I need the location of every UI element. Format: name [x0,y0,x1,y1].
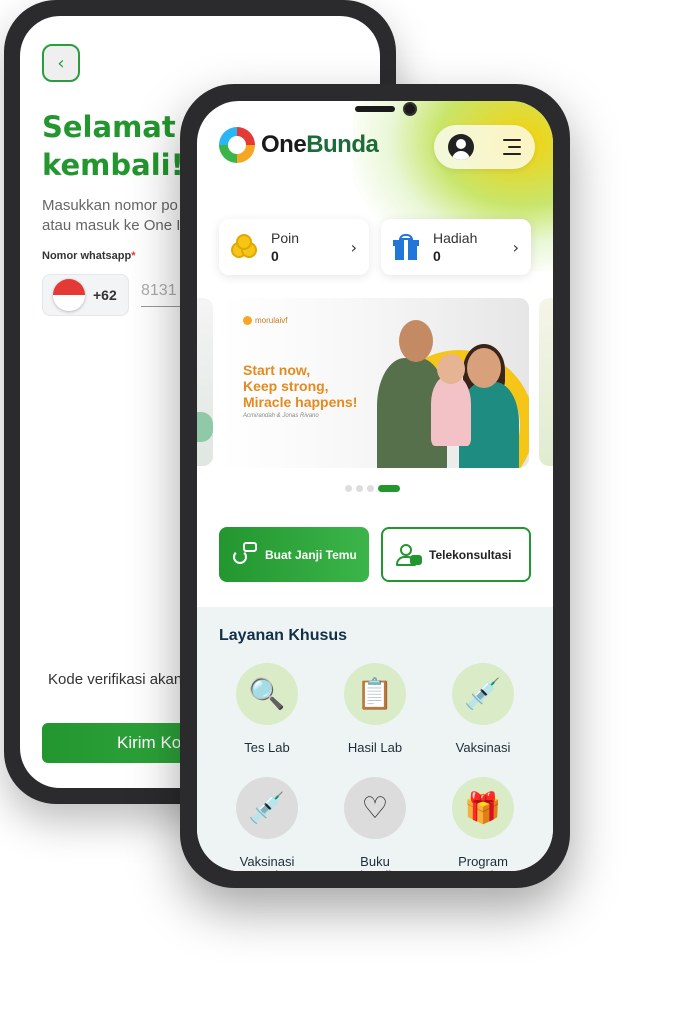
service-vaksinasi[interactable]: 💉 Vaksinasi [433,663,533,755]
onebunda-logo: OneBunda [219,127,379,163]
family-photo-baby [431,376,471,446]
back-button[interactable]: ‹ [42,44,80,82]
family-photo-baby-head [437,354,465,384]
hadiah-label: Hadiah [433,230,478,246]
service-program-loyalty[interactable]: 🎁 Program Loyalty [433,777,533,871]
poin-card[interactable]: Poin 0 › [219,219,369,275]
pregnancy-icon: ♡ [361,790,389,826]
service-tes-lab[interactable]: 🔍 Tes Lab [217,663,317,755]
section-title: Layanan Khusus [219,627,348,644]
menu-icon[interactable] [502,139,521,155]
header-actions [434,125,535,169]
vaccine-icon: 💉 [464,676,502,712]
service-label: Buku Kehamilan [344,854,405,872]
carousel-indicator [345,485,400,492]
home-phone-mockup: OneBunda Poin 0 › Hadiah 0 › morulaivf S… [180,84,570,888]
whatsapp-label-text: Nomor whatsapp [42,250,132,262]
service-vaksinasi-anak[interactable]: 💉 Vaksinasi Anak [217,777,317,871]
verification-text: Kode verifikasi akan [48,671,183,688]
stethoscope-chat-icon [231,541,257,568]
required-mark: * [131,250,136,262]
dynamic-island [355,102,417,116]
coins-icon [231,234,261,260]
book-appointment-label: Buat Janji Temu [265,547,357,562]
family-photo-man [399,320,433,362]
banner-prev-peek[interactable] [197,298,213,466]
chevron-right-icon: › [350,237,357,257]
chevron-right-icon: › [512,237,519,257]
gift-icon [393,234,423,260]
chevron-left-icon: ‹ [57,52,65,74]
doctor-chat-icon [395,542,422,568]
poin-value: 0 [271,248,279,264]
family-photo-woman-head [467,348,501,388]
carousel-dot[interactable] [356,485,363,492]
service-label: Vaksinasi [455,740,511,755]
whatsapp-label: Nomor whatsapp* [42,250,136,262]
clipboard-icon: 📋 [356,676,394,712]
home-screen: OneBunda Poin 0 › Hadiah 0 › morulaivf S… [197,101,553,871]
service-label: Hasil Lab [347,740,403,755]
service-label: Program Loyalty [458,854,508,872]
service-hasil-lab[interactable]: 📋 Hasil Lab [325,663,425,755]
sun-logo-icon [243,316,252,325]
teleconsultation-label: Telekonsultasi [429,547,512,562]
banner-brand: morulaivf [243,316,287,325]
service-buku-kehamilan[interactable]: ♡ Buku Kehamilan [325,777,425,871]
banner-headline: Start now, Keep strong, Miracle happens! [243,362,358,410]
banner-next-peek[interactable] [539,298,553,466]
banner-caption: Acmirandah & Jonas Rivano [243,413,319,419]
lab-test-icon: 🔍 [248,676,286,712]
hadiah-card[interactable]: Hadiah 0 › [381,219,531,275]
special-services-section: Layanan Khusus 🔍 Tes Lab 📋 Hasil Lab 💉 V… [197,607,553,871]
carousel-dot[interactable] [345,485,352,492]
book-appointment-button[interactable]: Buat Janji Temu [219,527,369,582]
service-label: Vaksinasi Anak [239,854,295,872]
teleconsultation-button[interactable]: Telekonsultasi [381,527,531,582]
poin-label: Poin [271,230,300,246]
logo-bunda: Bunda [306,131,379,158]
carousel-dot-active[interactable] [378,485,400,492]
logo-text: OneBunda [261,131,379,159]
hadiah-value: 0 [433,248,441,264]
logo-one: One [261,131,307,158]
service-label: Tes Lab [244,740,290,755]
gift-hand-icon: 🎁 [464,790,502,826]
banner-brand-text: morulaivf [255,316,288,325]
logo-ring-icon [219,127,255,163]
promo-banner[interactable]: morulaivf Start now, Keep strong, Miracl… [219,298,529,468]
country-code-selector[interactable]: +62 [42,274,129,316]
syringe-blocks-icon: 💉 [248,790,286,826]
promo-stage: ‹ Selamat d kembali! Masukkan nomor po a… [0,0,693,1009]
indonesia-flag-icon [53,279,85,311]
carousel-dot[interactable] [367,485,374,492]
country-code: +62 [93,287,117,303]
user-icon[interactable] [448,134,475,160]
